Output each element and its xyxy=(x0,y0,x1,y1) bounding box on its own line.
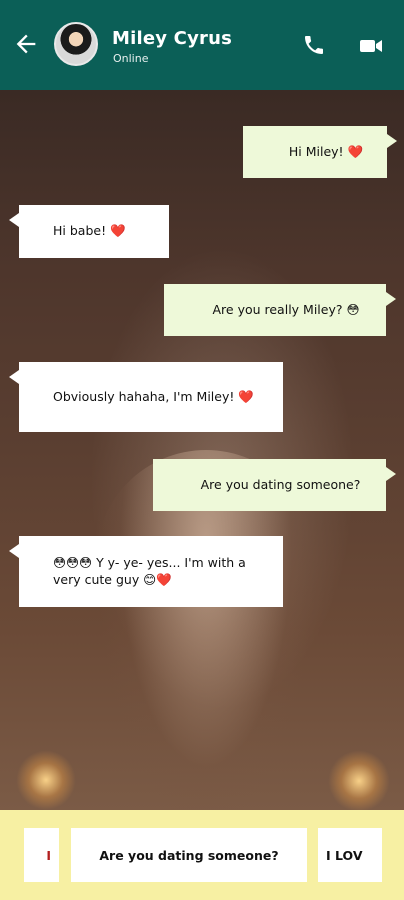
chat-header: Miley Cyrus Online xyxy=(0,0,404,90)
message-bubble-outgoing: Hi Miley! ❤️ xyxy=(243,126,397,178)
suggestion-chip[interactable]: I xyxy=(24,828,59,882)
message-text: Are you dating someone? xyxy=(200,476,361,492)
message-bubble-incoming: 😳😳😳 Y y- ye- yes... I'm with a very cute… xyxy=(9,536,283,607)
suggestion-chip[interactable]: I LOV xyxy=(318,828,382,882)
suggestion-text: I LOV xyxy=(326,847,363,863)
suggestion-chip[interactable]: Are you dating someone? xyxy=(71,828,307,882)
message-text: Are you really Miley? 😳 xyxy=(212,301,360,317)
message-bubble-incoming: Obviously hahaha, I'm Miley! ❤️ xyxy=(9,362,283,432)
message-text: Hi Miley! ❤️ xyxy=(288,143,364,159)
chat-area[interactable]: Hi Miley! ❤️ Hi babe! ❤️ Are you really … xyxy=(0,90,404,810)
message-bubble-incoming: Hi babe! ❤️ xyxy=(9,205,169,258)
video-camera-icon[interactable] xyxy=(358,34,384,58)
message-text: Hi babe! ❤️ xyxy=(53,223,126,239)
suggestion-bar: I Are you dating someone? I LOV xyxy=(0,810,404,900)
background-light xyxy=(328,750,390,810)
suggestion-text: I xyxy=(46,847,51,863)
background-light xyxy=(16,750,76,810)
phone-icon[interactable] xyxy=(302,33,326,57)
message-bubble-outgoing: Are you dating someone? xyxy=(153,459,396,511)
message-text: 😳😳😳 Y y- ye- yes... I'm with a very cute… xyxy=(53,554,246,587)
suggestion-text: Are you dating someone? xyxy=(99,847,279,863)
contact-name: Miley Cyrus xyxy=(112,28,233,49)
back-arrow-icon[interactable] xyxy=(12,30,40,58)
contact-status: Online xyxy=(113,52,149,65)
message-text: Obviously hahaha, I'm Miley! ❤️ xyxy=(53,388,254,404)
contact-avatar[interactable] xyxy=(54,22,98,66)
message-bubble-outgoing: Are you really Miley? 😳 xyxy=(164,284,396,336)
